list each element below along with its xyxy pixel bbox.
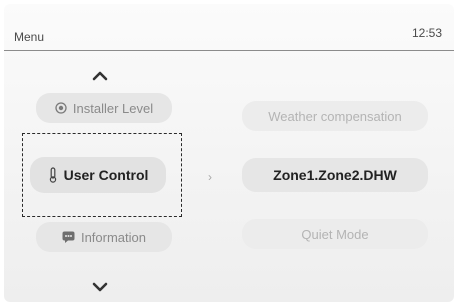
submenu-item-zone1-zone2-dhw[interactable]: Zone1.Zone2.DHW: [242, 158, 428, 192]
chevron-right-icon: ›: [208, 170, 212, 184]
header-bar: Menu 12:53: [4, 4, 454, 51]
thermometer-icon: [48, 167, 58, 183]
submenu-item-label: Weather compensation: [268, 108, 402, 124]
menu-item-label: User Control: [63, 167, 149, 183]
eye-circle-icon: [55, 102, 67, 114]
chat-icon: [62, 231, 75, 243]
menu-item-label: Information: [80, 229, 147, 245]
page-title: Menu: [14, 30, 45, 44]
submenu-item-label: Zone1.Zone2.DHW: [273, 167, 397, 183]
device-screen: Menu 12:53 Installer Level User Control: [4, 4, 454, 302]
chevron-down-icon[interactable]: [92, 281, 108, 293]
menu-item-information[interactable]: Information: [36, 222, 172, 252]
header-divider: [4, 50, 454, 51]
menu-item-label: Installer Level: [72, 100, 154, 116]
submenu-item-weather-compensation[interactable]: Weather compensation: [242, 101, 428, 131]
chevron-up-icon[interactable]: [92, 70, 108, 82]
menu-item-installer-level[interactable]: Installer Level: [36, 93, 172, 123]
clock: 12:53: [411, 26, 442, 40]
menu-item-user-control[interactable]: User Control: [30, 157, 166, 193]
submenu-item-quiet-mode[interactable]: Quiet Mode: [242, 219, 428, 249]
submenu-item-label: Quiet Mode: [301, 226, 369, 242]
